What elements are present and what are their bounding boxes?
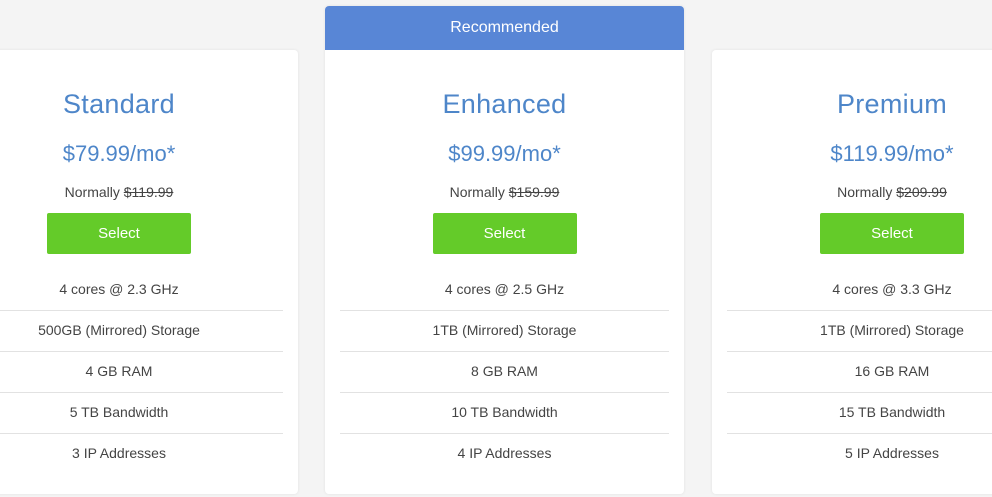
normally-label: Normally	[64, 184, 120, 200]
feature-cpu: 4 cores @ 2.5 GHz	[340, 270, 669, 311]
select-button-standard[interactable]: Select	[47, 213, 191, 254]
feature-ip-addresses: 5 IP Addresses	[845, 445, 939, 461]
plan-card-body: Enhanced $99.99/mo* Normally $159.99 Sel…	[325, 50, 684, 494]
plan-card-body: Standard $79.99/mo* Normally $119.99 Sel…	[0, 50, 298, 494]
feature-list: 4 cores @ 3.3 GHz 1TB (Mirrored) Storage…	[727, 270, 992, 474]
normal-price-note: Normally $209.99	[712, 184, 992, 200]
plan-card-body: Premium $119.99/mo* Normally $209.99 Sel…	[712, 50, 992, 494]
plan-card-enhanced: Recommended Enhanced $99.99/mo* Normally…	[325, 6, 684, 494]
plan-card-standard: Standard $79.99/mo* Normally $119.99 Sel…	[0, 50, 298, 494]
feature-list: 4 cores @ 2.5 GHz 1TB (Mirrored) Storage…	[340, 270, 669, 474]
plan-name: Standard	[63, 89, 175, 119]
normally-label: Normally	[449, 184, 505, 200]
normal-price-note: Normally $119.99	[0, 184, 298, 200]
pricing-section: Standard $79.99/mo* Normally $119.99 Sel…	[0, 0, 992, 497]
original-price: $209.99	[896, 184, 947, 200]
normally-label: Normally	[837, 184, 893, 200]
feature-bandwidth: 10 TB Bandwidth	[340, 393, 669, 434]
plan-price: $119.99/mo*	[830, 141, 954, 166]
original-price: $159.99	[508, 184, 560, 200]
select-button-premium[interactable]: Select	[820, 213, 964, 254]
plan-price: $79.99/mo*	[62, 141, 176, 166]
original-price: $119.99	[123, 184, 174, 200]
feature-bandwidth: 5 TB Bandwidth	[0, 393, 283, 434]
feature-ip-addresses: 3 IP Addresses	[72, 445, 166, 461]
feature-storage: 500GB (Mirrored) Storage	[0, 311, 283, 352]
recommended-banner: Recommended	[325, 6, 684, 50]
feature-storage: 1TB (Mirrored) Storage	[340, 311, 669, 352]
feature-ip-addresses: 4 IP Addresses	[457, 445, 552, 461]
feature-ram: 8 GB RAM	[340, 352, 669, 393]
plan-name: Premium	[836, 89, 948, 119]
plan-name: Enhanced	[442, 89, 567, 119]
plan-card-premium: Premium $119.99/mo* Normally $209.99 Sel…	[712, 50, 992, 494]
feature-ram: 16 GB RAM	[727, 352, 992, 393]
feature-ram: 4 GB RAM	[0, 352, 283, 393]
feature-list: 4 cores @ 2.3 GHz 500GB (Mirrored) Stora…	[0, 270, 283, 474]
feature-cpu: 4 cores @ 3.3 GHz	[727, 270, 992, 311]
feature-cpu: 4 cores @ 2.3 GHz	[0, 270, 283, 311]
normal-price-note: Normally $159.99	[325, 184, 684, 200]
feature-storage: 1TB (Mirrored) Storage	[727, 311, 992, 352]
feature-bandwidth: 15 TB Bandwidth	[727, 393, 992, 434]
select-button-enhanced[interactable]: Select	[432, 213, 577, 254]
plan-price: $99.99/mo*	[448, 141, 561, 166]
